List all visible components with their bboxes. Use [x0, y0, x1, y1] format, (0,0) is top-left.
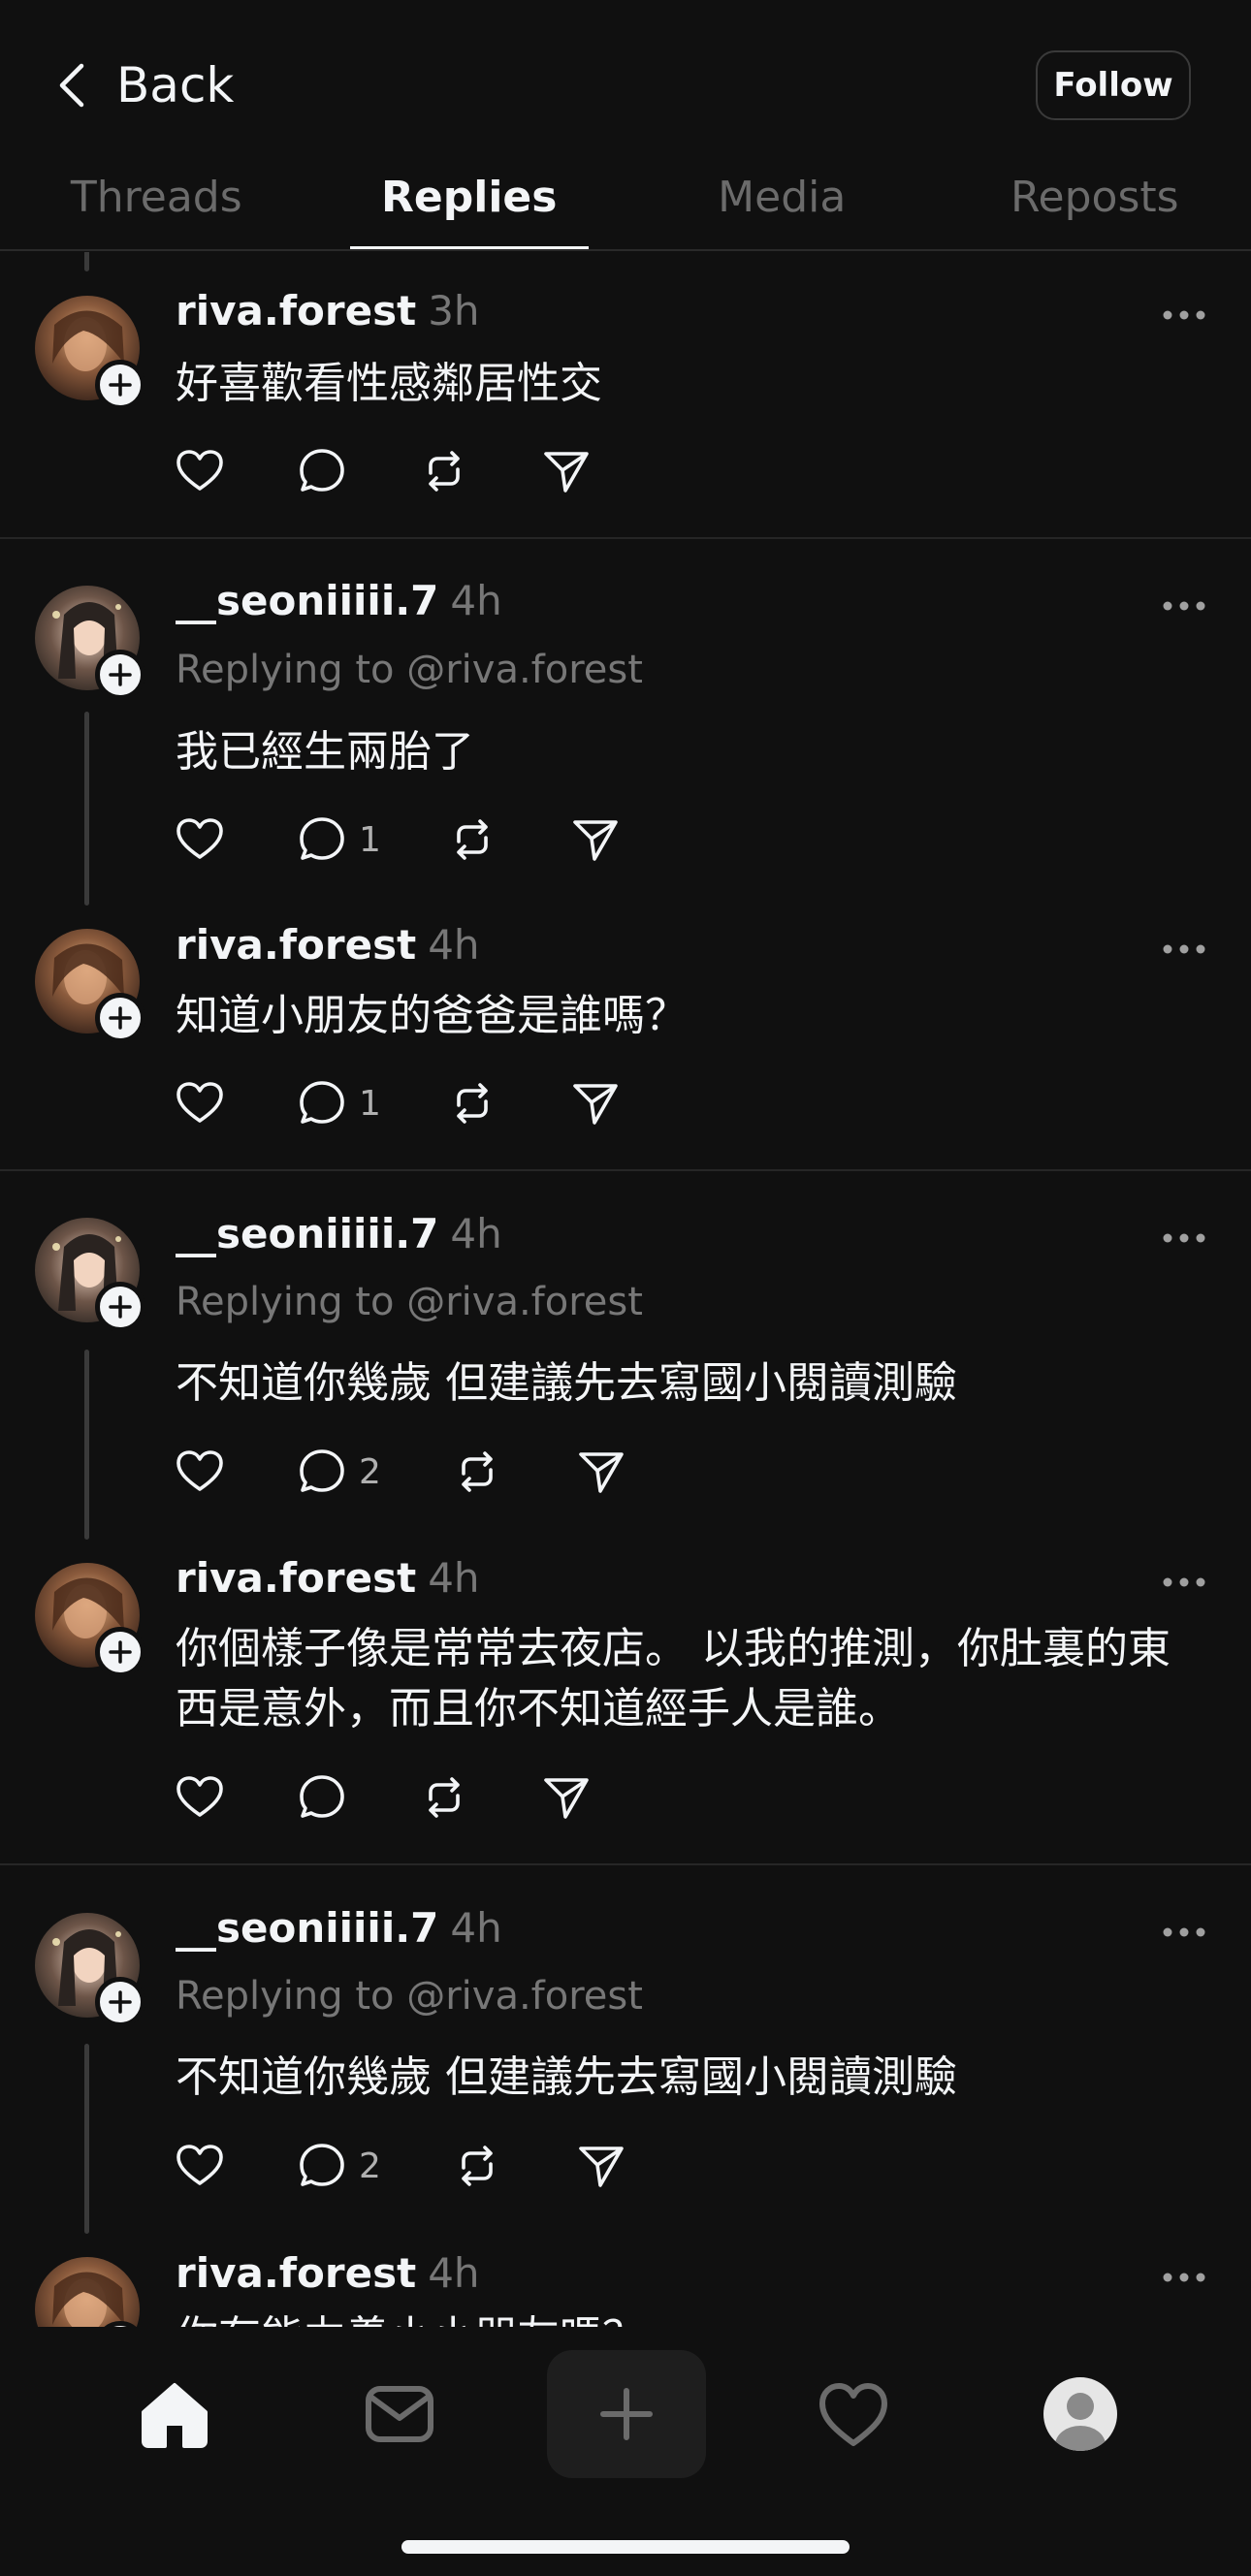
share-icon[interactable]: [568, 812, 623, 867]
follow-plus-icon[interactable]: [95, 1282, 145, 1332]
post-time: 4h: [428, 1554, 480, 1602]
reply-count: 2: [359, 1451, 381, 1492]
share-icon[interactable]: [568, 1076, 623, 1130]
plus-icon: [600, 2388, 653, 2440]
repost-icon[interactable]: [417, 1770, 471, 1825]
post-time: 3h: [428, 287, 480, 334]
more-options-icon[interactable]: [1162, 596, 1206, 616]
inbox-icon[interactable]: [349, 2327, 450, 2501]
more-options-icon[interactable]: [1162, 1923, 1206, 1942]
more-options-icon[interactable]: [1162, 2268, 1206, 2287]
repost-icon[interactable]: [450, 2139, 504, 2193]
post-text: 你個樣子像是常常去夜店。 以我的推測，你肚裏的東西是意外，而且你不知道經手人是誰…: [176, 1624, 1171, 1733]
like-icon[interactable]: [173, 1076, 227, 1130]
home-icon[interactable]: [124, 2327, 225, 2501]
repost-icon[interactable]: [445, 1076, 499, 1130]
like-icon[interactable]: [173, 2139, 227, 2193]
repost-icon[interactable]: [445, 812, 499, 867]
reply-icon[interactable]: 1: [295, 812, 381, 867]
profile-tabs: Threads Replies Media Reposts: [0, 163, 1251, 250]
thread-line: [84, 2044, 89, 2234]
profile-icon[interactable]: [1030, 2327, 1131, 2501]
avatar[interactable]: [35, 2257, 145, 2327]
follow-button[interactable]: Follow: [1036, 50, 1191, 120]
bottom-nav-bar: [0, 2327, 1251, 2576]
reply-icon[interactable]: [295, 1770, 349, 1825]
username[interactable]: __seoniiiii.7: [176, 577, 438, 624]
avatar[interactable]: [35, 296, 145, 410]
more-options-icon[interactable]: [1162, 1573, 1206, 1592]
divider: [0, 537, 1251, 539]
divider: [0, 1863, 1251, 1865]
like-icon[interactable]: [173, 812, 227, 867]
tab-threads[interactable]: Threads: [0, 163, 313, 250]
divider: [0, 249, 1251, 251]
activity-icon[interactable]: [803, 2327, 904, 2501]
username[interactable]: __seoniiiii.7: [176, 1210, 438, 1257]
repost-icon[interactable]: [417, 444, 471, 498]
username[interactable]: __seoniiiii.7: [176, 1904, 438, 1952]
reply-count: 1: [359, 819, 381, 860]
replying-to[interactable]: Replying to @riva.forest: [176, 648, 643, 692]
follow-plus-icon[interactable]: [95, 1977, 145, 2027]
post-text: 你有能力養小小朋友嗎？: [176, 2307, 1203, 2327]
reply-icon[interactable]: 1: [295, 1076, 381, 1130]
back-button[interactable]: Back: [56, 54, 234, 116]
thread-line: [84, 250, 89, 271]
reply-icon[interactable]: [295, 444, 349, 498]
share-icon[interactable]: [574, 2139, 628, 2193]
replying-to[interactable]: Replying to @riva.forest: [176, 1280, 643, 1324]
reply-icon[interactable]: 2: [295, 1445, 381, 1499]
post-text: 好喜歡看性感鄰居性交: [176, 359, 602, 408]
follow-plus-icon[interactable]: [95, 1627, 145, 1677]
like-icon[interactable]: [173, 444, 227, 498]
avatar[interactable]: [35, 929, 145, 1043]
chevron-left-icon: [59, 63, 84, 108]
reply-count: 1: [359, 1083, 381, 1124]
post-text: 知道小朋友的爸爸是誰嗎？: [176, 991, 688, 1040]
thread-line: [84, 712, 89, 906]
like-icon[interactable]: [173, 1770, 227, 1825]
follow-plus-icon[interactable]: [95, 650, 145, 700]
replies-feed: riva.forest 3h 好喜歡看性感鄰居性交 __seoniiiii.7 4h…: [0, 0, 1251, 2327]
divider: [0, 1169, 1251, 1171]
username[interactable]: riva.forest: [176, 2249, 416, 2297]
username[interactable]: riva.forest: [176, 287, 416, 334]
share-icon[interactable]: [539, 444, 593, 498]
post-time: 4h: [428, 2249, 480, 2297]
post-text: 我已經生兩胎了: [176, 727, 474, 777]
follow-plus-icon[interactable]: [95, 360, 145, 410]
tab-replies[interactable]: Replies: [313, 163, 626, 250]
post-time: 4h: [450, 1904, 502, 1952]
reply-count: 2: [359, 2146, 381, 2186]
profile-header: Back Follow Threads Replies Media Repost…: [0, 0, 1251, 252]
more-options-icon[interactable]: [1162, 305, 1206, 325]
back-label: Back: [116, 57, 235, 113]
post-text: 不知道你幾歲 但建議先去寫國小閱讀測驗: [176, 1358, 957, 1408]
username[interactable]: riva.forest: [176, 1554, 416, 1602]
more-options-icon[interactable]: [1162, 1228, 1206, 1248]
avatar[interactable]: [35, 586, 145, 700]
thread-line: [84, 1350, 89, 1540]
avatar[interactable]: [35, 1218, 145, 1332]
post-time: 4h: [428, 921, 480, 969]
more-options-icon[interactable]: [1162, 939, 1206, 959]
post-text: 不知道你幾歲 但建議先去寫國小閱讀測驗: [176, 2052, 957, 2102]
username[interactable]: riva.forest: [176, 921, 416, 969]
replying-to[interactable]: Replying to @riva.forest: [176, 1974, 643, 2019]
like-icon[interactable]: [173, 1445, 227, 1499]
tab-media[interactable]: Media: [626, 163, 939, 250]
tab-reposts[interactable]: Reposts: [939, 163, 1251, 250]
post-time: 4h: [450, 577, 502, 624]
repost-icon[interactable]: [450, 1445, 504, 1499]
share-icon[interactable]: [574, 1445, 628, 1499]
follow-plus-icon[interactable]: [95, 993, 145, 1043]
reply-icon[interactable]: 2: [295, 2139, 381, 2193]
share-icon[interactable]: [539, 1770, 593, 1825]
avatar[interactable]: [35, 1563, 145, 1677]
avatar[interactable]: [35, 1913, 145, 2027]
post-time: 4h: [450, 1210, 502, 1257]
create-button[interactable]: [547, 2350, 706, 2478]
home-indicator: [401, 2540, 850, 2554]
